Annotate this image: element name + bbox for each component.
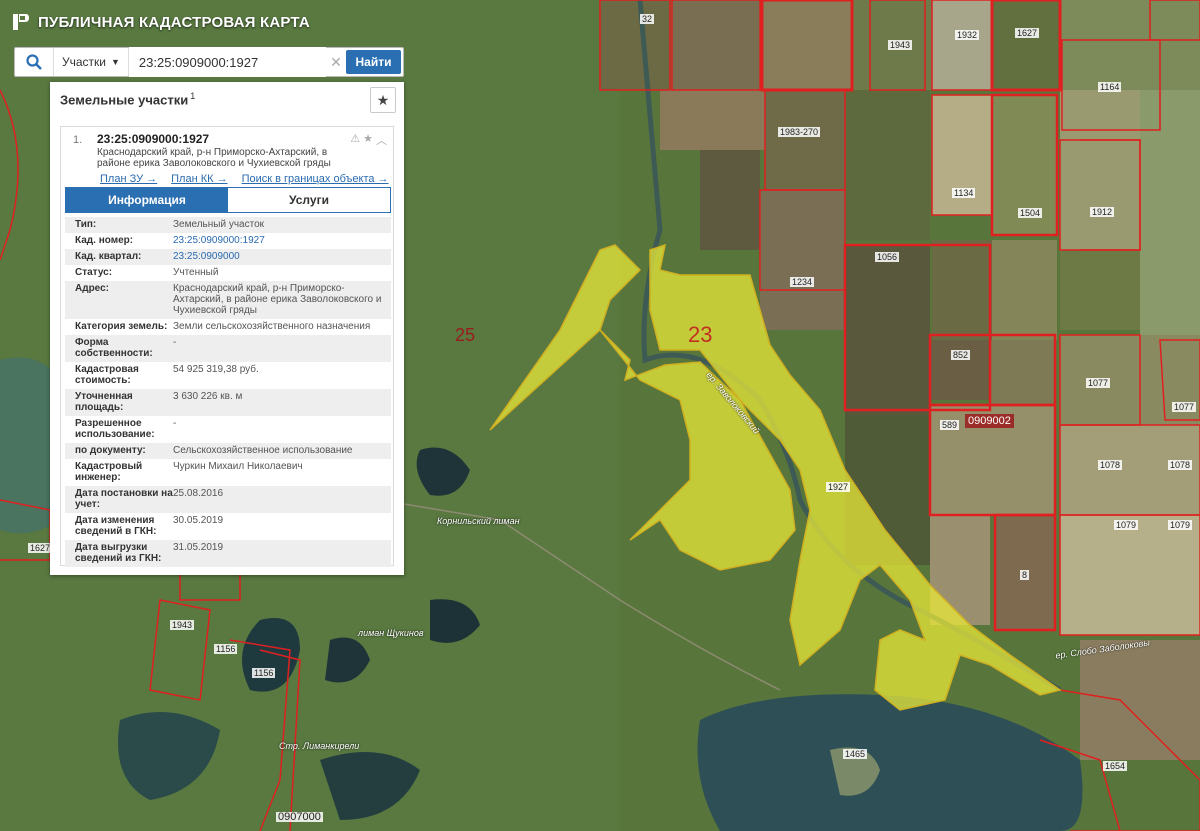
app-header: ПУБЛИЧНАЯ КАДАСТРОВАЯ КАРТА xyxy=(0,0,420,44)
parcel-label[interactable]: 1465 xyxy=(843,749,868,759)
property-row: по документу: Сельскохозяйственное исполь… xyxy=(65,443,391,459)
property-row: Форма собственности: - xyxy=(65,335,391,362)
results-panel: Земельные участки 1 ★ 1. 23:25:0909000:19… xyxy=(50,82,404,575)
property-row: Кад. квартал: 23:25:0909000 xyxy=(65,249,391,265)
property-row: Статус: Учтенный xyxy=(75,267,219,278)
find-button[interactable]: Найти xyxy=(346,50,401,74)
property-row: Тип: Земельный участок xyxy=(65,217,391,233)
search-type-dropdown[interactable]: Участки ▼ xyxy=(54,48,129,76)
panel-title: Земельные участки 1 xyxy=(60,90,196,108)
parcel-label[interactable]: 589 xyxy=(940,420,960,430)
parcel-label[interactable]: 1078 xyxy=(1098,460,1123,470)
parcel-label[interactable]: 1943 xyxy=(888,40,913,50)
parcel-label[interactable]: 1627 xyxy=(28,543,53,553)
property-row: Кадастровая стоимость: 54 925 319,38 руб. xyxy=(75,364,259,386)
zone-label-23: 23 xyxy=(688,322,713,347)
result-cad-number[interactable]: 23:25:0909000:1927 xyxy=(97,132,209,146)
search-icon[interactable] xyxy=(15,48,54,76)
property-row: Дата выгрузки сведений из ГКН: 31.05.2019 xyxy=(65,540,391,567)
parcel-label[interactable]: 1079 xyxy=(1114,520,1139,530)
parcel-label[interactable]: 852 xyxy=(951,350,971,360)
card-actions: ⚠ ★ ︿ xyxy=(350,132,387,148)
favorites-button[interactable]: ★ xyxy=(370,87,396,113)
parcel-label[interactable]: 1077 xyxy=(1086,378,1111,388)
tab-info[interactable]: Информация xyxy=(66,188,228,212)
parcel-label[interactable]: 1079 xyxy=(1168,520,1193,530)
place-name: лиман Щукинов xyxy=(358,628,424,638)
star-icon: ★ xyxy=(376,91,390,108)
place-name: Стр. Лиманкирели xyxy=(279,741,360,751)
properties-table: Тип: Земельный участок Кад. номер: 23:25:0… xyxy=(65,217,391,567)
property-row: Адрес: Краснодарский край, р-н Приморско-… xyxy=(65,281,391,319)
parcel-label[interactable]: 0907000 xyxy=(276,812,323,823)
parcel-label[interactable]: 1134 xyxy=(952,188,976,198)
panel-header: Земельные участки 1 ★ xyxy=(50,82,404,116)
search-bar: Участки ▼ ✕ Найти xyxy=(14,47,404,77)
parcel-label[interactable]: 8 xyxy=(1020,570,1030,580)
parcel-label[interactable]: 1932 xyxy=(955,30,980,40)
chevron-down-icon: ▼ xyxy=(111,57,120,67)
tab-services[interactable]: Услуги xyxy=(228,188,390,212)
parcel-label[interactable]: 1912 xyxy=(1090,207,1115,217)
parcel-label[interactable]: 1927 xyxy=(826,482,851,492)
property-row: Разрешенное использование: - xyxy=(75,418,177,440)
property-row: Дата изменения сведений в ГКН: 30.05.2019 xyxy=(75,515,224,537)
clear-icon[interactable]: ✕ xyxy=(326,54,346,71)
parcel-label[interactable]: 1164 xyxy=(1098,82,1122,92)
app-logo-icon xyxy=(13,14,29,30)
chevron-up-icon[interactable]: ︿ xyxy=(376,132,387,148)
property-row: Категория земель: Земли сельскохозяйствен… xyxy=(75,321,371,332)
search-input[interactable] xyxy=(128,47,326,77)
warning-icon[interactable]: ⚠ xyxy=(350,132,360,148)
search-in-bounds-link[interactable]: Поиск в границах объекта → xyxy=(242,173,389,185)
plan-zu-link[interactable]: План ЗУ → xyxy=(100,173,157,185)
cad-quarter-link[interactable]: 23:25:0909000 xyxy=(173,251,391,262)
result-address: Краснодарский край, р-н Приморско-Ахтарс… xyxy=(97,147,331,169)
result-count: 1 xyxy=(190,90,196,101)
parcel-label[interactable]: 1983-270 xyxy=(778,127,821,137)
parcel-label[interactable]: 1056 xyxy=(875,252,900,262)
card-links: План ЗУ → План КК → Поиск в границах объ… xyxy=(100,173,389,185)
parcel-label[interactable]: 32 xyxy=(640,14,655,24)
parcel-label[interactable]: 1627 xyxy=(1015,28,1040,38)
parcel-label[interactable]: 1156 xyxy=(214,644,238,654)
quarter-label: 0909002 xyxy=(965,414,1014,428)
result-index: 1. xyxy=(73,134,83,146)
plan-kk-link[interactable]: План КК → xyxy=(171,173,227,185)
property-row: Кадастровый инженер: Чуркин Михаил Никола… xyxy=(75,461,303,483)
property-row: Уточненная площадь: 3 630 226 кв. м xyxy=(65,389,391,416)
parcel-label[interactable]: 1654 xyxy=(1103,761,1128,771)
parcel-label[interactable]: 1504 xyxy=(1018,208,1043,218)
app-title: ПУБЛИЧНАЯ КАДАСТРОВАЯ КАРТА xyxy=(38,13,310,31)
parcel-label[interactable]: 1234 xyxy=(790,277,815,287)
result-card: 1. 23:25:0909000:1927 Краснодарский край… xyxy=(60,126,394,567)
parcel-label[interactable]: 1078 xyxy=(1168,460,1193,470)
parcel-label[interactable]: 1943 xyxy=(170,620,195,630)
parcel-label[interactable]: 1156 xyxy=(252,668,276,678)
place-name: Корнильский лиман xyxy=(437,516,520,526)
cad-number-link[interactable]: 23:25:0909000:1927 xyxy=(173,235,391,246)
property-row: Кад. номер: 23:25:0909000:1927 xyxy=(65,233,391,249)
zone-label-25: 25 xyxy=(455,325,476,345)
property-row: Дата постановки на учет: 25.08.2016 xyxy=(65,486,391,513)
parcel-label[interactable]: 1077 xyxy=(1172,402,1197,412)
search-type-label: Участки xyxy=(62,55,106,69)
star-icon[interactable]: ★ xyxy=(363,132,373,148)
card-tabs: Информация Услуги xyxy=(65,187,391,213)
